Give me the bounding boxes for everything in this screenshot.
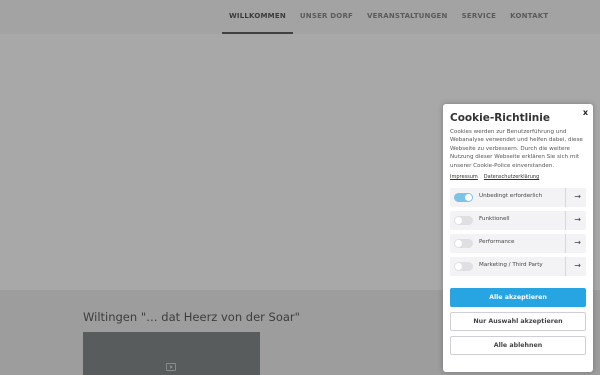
category-marketing: Marketing / Third Party → xyxy=(450,257,586,276)
close-icon[interactable]: x xyxy=(583,108,588,117)
cookie-description: Cookies werden zur Benutzerführung und W… xyxy=(450,129,583,169)
cookie-links: Impressum Datenschutzerklärung xyxy=(450,174,539,180)
cookie-dialog: x Cookie-Richtlinie Cookies werden zur B… xyxy=(443,104,593,372)
accept-selection-button[interactable]: Nur Auswahl akzeptieren xyxy=(450,312,586,331)
arrow-right-icon[interactable]: → xyxy=(574,215,581,224)
arrow-right-icon[interactable]: → xyxy=(574,238,581,247)
toggle-marketing[interactable] xyxy=(454,262,473,271)
divider xyxy=(565,234,566,253)
toggle-unbedingt-erforderlich[interactable] xyxy=(454,193,473,202)
category-performance: Performance → xyxy=(450,234,586,253)
nav-item-veranstaltungen[interactable]: VERANSTALTUNGEN xyxy=(360,0,455,34)
divider xyxy=(565,188,566,207)
nav-item-unser-dorf[interactable]: UNSER DORF xyxy=(293,0,360,34)
toggle-knob xyxy=(455,217,462,224)
toggle-knob xyxy=(455,240,462,247)
main-nav: WILLKOMMEN UNSER DORF VERANSTALTUNGEN SE… xyxy=(222,0,555,34)
datenschutz-link[interactable]: Datenschutzerklärung xyxy=(484,174,539,180)
arrow-right-icon[interactable]: → xyxy=(574,192,581,201)
nav-item-willkommen[interactable]: WILLKOMMEN xyxy=(222,0,293,34)
category-label: Marketing / Third Party xyxy=(479,262,543,268)
toggle-knob xyxy=(455,263,462,270)
category-label: Funktionell xyxy=(479,216,510,222)
play-icon[interactable] xyxy=(166,363,176,371)
divider xyxy=(565,211,566,230)
impressum-link[interactable]: Impressum xyxy=(450,174,478,180)
toggle-performance[interactable] xyxy=(454,239,473,248)
category-label: Unbedingt erforderlich xyxy=(479,193,543,199)
section-title: Wiltingen "… dat Heerz von der Soar" xyxy=(83,310,300,324)
cookie-title: Cookie-Richtlinie xyxy=(450,112,550,124)
accept-all-button[interactable]: Alle akzeptieren xyxy=(450,288,586,307)
category-funktionell: Funktionell → xyxy=(450,211,586,230)
arrow-right-icon[interactable]: → xyxy=(574,261,581,270)
category-unbedingt-erforderlich: Unbedingt erforderlich → xyxy=(450,188,586,207)
nav-item-service[interactable]: SERVICE xyxy=(455,0,504,34)
toggle-funktionell[interactable] xyxy=(454,216,473,225)
top-navigation-bar: WILLKOMMEN UNSER DORF VERANSTALTUNGEN SE… xyxy=(0,0,600,34)
category-label: Performance xyxy=(479,239,515,245)
nav-item-kontakt[interactable]: KONTAKT xyxy=(503,0,555,34)
divider xyxy=(565,257,566,276)
reject-all-button[interactable]: Alle ablehnen xyxy=(450,336,586,355)
toggle-knob xyxy=(465,194,472,201)
